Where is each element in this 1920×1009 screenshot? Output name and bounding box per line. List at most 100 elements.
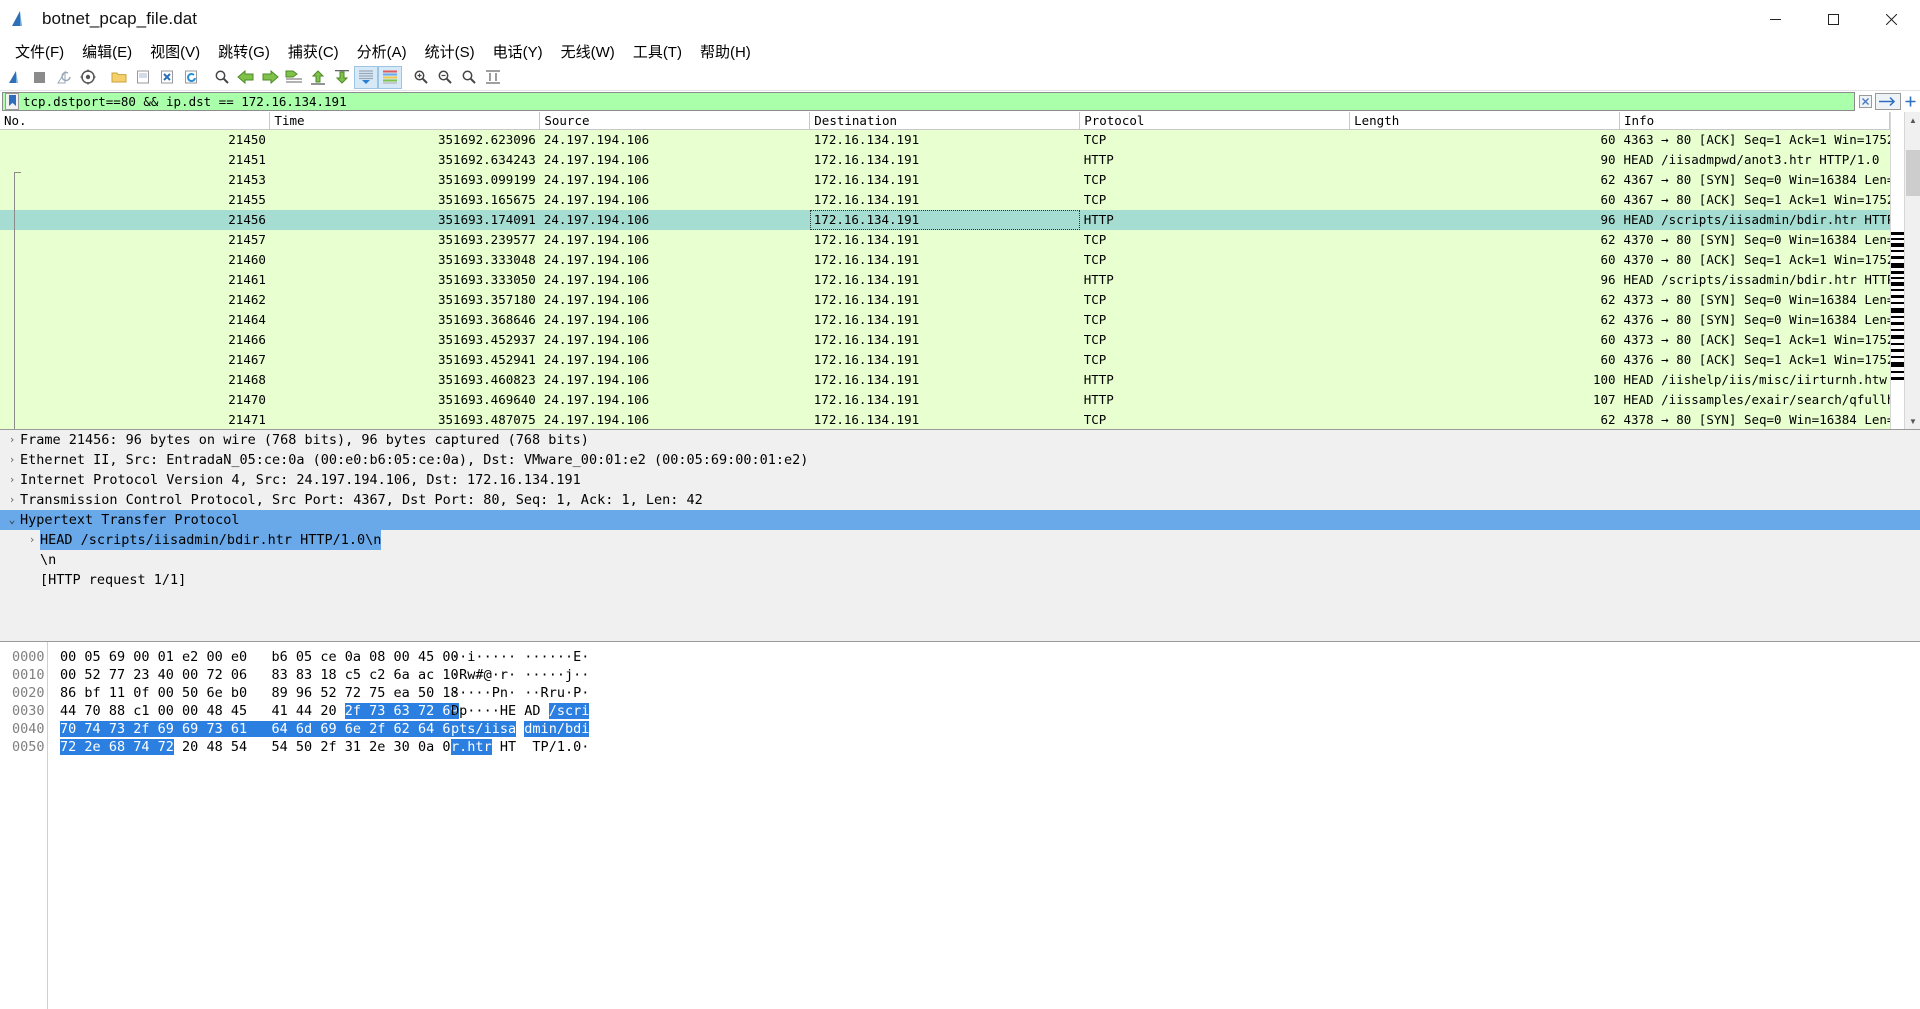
column-header-length[interactable]: Length (1349, 112, 1621, 130)
detail-tree-item[interactable]: ⌄ Hypertext Transfer Protocol (0, 510, 1920, 530)
column-header-source[interactable]: Source (539, 112, 811, 130)
detail-tree-item[interactable]: › Ethernet II, Src: EntradaN_05:ce:0a (00… (0, 450, 1920, 470)
menu-capture[interactable]: 捕获(C) (279, 39, 348, 64)
detail-tree-label: [HTTP request 1/1] (40, 572, 187, 588)
column-header-protocol[interactable]: Protocol (1079, 112, 1351, 130)
menu-tools[interactable]: 工具(T) (624, 39, 691, 64)
table-row[interactable]: 21468 351693.460823 24.197.194.106 172.16.1… (0, 369, 1890, 390)
hex-ascii-char: P (540, 739, 549, 755)
go-forward-icon[interactable] (258, 66, 282, 89)
minimap-stripe (1891, 256, 1904, 259)
zoom-reset-icon[interactable] (457, 66, 481, 89)
detail-tree-item[interactable]: › Frame 21456: 96 bytes on wire (768 bits… (0, 430, 1920, 450)
start-capture-icon[interactable] (4, 66, 28, 89)
zoom-out-icon[interactable] (433, 66, 457, 89)
go-to-packet-icon[interactable] (282, 66, 306, 89)
hex-gap (125, 667, 133, 683)
hex-dump-row[interactable]: 0010 00 52 77 23 40 00 72 06 83 83 18 c5 … (0, 666, 1920, 684)
find-packet-icon[interactable] (210, 66, 234, 89)
chevron-right-icon[interactable]: › (24, 530, 40, 550)
hex-dump-row[interactable]: 0040 70 74 73 2f 69 69 73 61 64 6d 69 6e … (0, 720, 1920, 738)
menu-wireless[interactable]: 无线(W) (552, 39, 624, 64)
packet-details-pane[interactable]: › Frame 21456: 96 bytes on wire (768 bits… (0, 430, 1920, 642)
column-header-time[interactable]: Time (269, 112, 541, 130)
cell-protocol: TCP (1083, 412, 1107, 427)
hex-byte: 50 (295, 739, 313, 755)
close-file-icon[interactable] (155, 66, 179, 89)
open-file-icon[interactable] (107, 66, 131, 89)
menu-telephony[interactable]: 电话(Y) (484, 39, 552, 64)
go-last-packet-icon[interactable] (330, 66, 354, 89)
packet-list-header: No. Time Source Destination Protocol Len… (0, 112, 1890, 130)
column-header-no[interactable]: No. (0, 112, 271, 130)
chevron-down-icon[interactable]: ⌄ (4, 510, 20, 530)
packet-list[interactable]: No. Time Source Destination Protocol Len… (0, 112, 1890, 429)
zoom-in-icon[interactable] (409, 66, 433, 89)
scroll-down-icon[interactable]: ▼ (1905, 413, 1920, 429)
colorize-icon[interactable] (378, 65, 402, 89)
table-row[interactable]: 21461 351693.333050 24.197.194.106 172.16.1… (0, 269, 1890, 290)
detail-tree-item[interactable]: › Internet Protocol Version 4, Src: 24.19… (0, 470, 1920, 490)
restart-capture-icon[interactable] (52, 66, 76, 89)
table-row[interactable]: 21466 351693.452937 24.197.194.106 172.16.1… (0, 329, 1890, 350)
menu-help[interactable]: 帮助(H) (691, 39, 760, 64)
minimize-button[interactable] (1746, 0, 1804, 38)
capture-options-icon[interactable] (76, 66, 100, 89)
go-first-packet-icon[interactable] (306, 66, 330, 89)
cell-source: 24.197.194.106 (543, 272, 650, 287)
hex-byte: 6e (344, 721, 361, 737)
cell-protocol: TCP (1083, 252, 1107, 267)
table-row[interactable]: 21450 351692.623096 24.197.194.106 172.16.1… (0, 129, 1890, 150)
autoscroll-icon[interactable] (354, 65, 378, 89)
save-file-icon[interactable] (131, 66, 155, 89)
close-button[interactable] (1862, 0, 1920, 38)
menu-view[interactable]: 视图(V) (141, 39, 209, 64)
chevron-right-icon[interactable]: › (4, 490, 20, 510)
add-filter-button-icon[interactable] (1903, 94, 1918, 109)
chevron-right-icon[interactable]: › (4, 450, 20, 470)
table-row[interactable]: 21460 351693.333048 24.197.194.106 172.16.1… (0, 249, 1890, 270)
packet-list-pane[interactable]: No. Time Source Destination Protocol Len… (0, 112, 1920, 430)
hex-dump-row[interactable]: 0030 44 70 88 c1 00 00 48 45 41 44 20 2f … (0, 702, 1920, 720)
scrollbar-thumb[interactable] (1906, 150, 1920, 196)
menu-edit[interactable]: 编辑(E) (73, 39, 141, 64)
detail-tree-item[interactable]: [HTTP request 1/1] (0, 570, 1920, 590)
column-header-info[interactable]: Info (1619, 112, 1890, 130)
menu-analyze[interactable]: 分析(A) (348, 39, 416, 64)
go-back-icon[interactable] (234, 66, 258, 89)
menu-go[interactable]: 跳转(G) (209, 39, 279, 64)
apply-filter-icon[interactable] (1875, 93, 1901, 110)
scroll-up-icon[interactable]: ▲ (1905, 112, 1920, 128)
table-row[interactable]: 21467 351693.452941 24.197.194.106 172.16.1… (0, 349, 1890, 370)
table-row[interactable]: 21470 351693.469640 24.197.194.106 172.16.1… (0, 389, 1890, 410)
hex-dump-row[interactable]: 0050 72 2e 68 74 72 20 48 54 54 50 2f 31 … (0, 738, 1920, 756)
hex-dump-row[interactable]: 00 00 00 05 69 00 01 e2 00 e0 b6 05 ce 0a … (0, 648, 1920, 666)
chevron-right-icon[interactable]: › (4, 430, 20, 450)
table-row[interactable]: 21462 351693.357180 24.197.194.106 172.16.1… (0, 289, 1890, 310)
packet-list-scrollbar[interactable]: ▲ ▼ (1904, 112, 1920, 429)
table-row[interactable]: 21471 351693.487075 24.197.194.106 172.16.1… (0, 409, 1890, 429)
detail-tree-item[interactable]: › Transmission Control Protocol, Src Port… (0, 490, 1920, 510)
resize-columns-icon[interactable] (481, 66, 505, 89)
hex-ascii-char: · (451, 685, 460, 701)
detail-tree-item[interactable]: › HEAD /scripts/iisadmin/bdir.htr HTTP/1.… (0, 530, 1920, 550)
table-row[interactable]: 21451 351692.634243 24.197.194.106 172.16.1… (0, 149, 1890, 170)
clear-filter-icon[interactable] (1858, 94, 1873, 109)
column-header-destination[interactable]: Destination (809, 112, 1081, 130)
table-row[interactable]: 21453 351693.099199 24.197.194.106 172.16.1… (0, 169, 1890, 190)
menu-statistics[interactable]: 统计(S) (416, 39, 484, 64)
table-row[interactable]: 21456 351693.174091 24.197.194.106 172.16.1… (0, 209, 1890, 230)
menu-file[interactable]: 文件(F) (6, 39, 73, 64)
chevron-right-icon[interactable]: › (4, 470, 20, 490)
packet-bytes-pane[interactable]: 0000 00 05 69 00 01 e2 00 e0 b6 05 ce 0a … (0, 642, 1920, 1009)
hex-dump-row[interactable]: 0020 86 bf 11 0f 00 50 6e b0 89 96 52 72 … (0, 684, 1920, 702)
display-filter-input[interactable]: tcp.dstport==80 && ip.dst == 172.16.134.… (2, 92, 1855, 111)
maximize-button[interactable] (1804, 0, 1862, 38)
detail-tree-item[interactable]: \n (0, 550, 1920, 570)
bookmark-icon[interactable] (5, 93, 19, 110)
table-row[interactable]: 21455 351693.165675 24.197.194.106 172.16.1… (0, 189, 1890, 210)
table-row[interactable]: 21457 351693.239577 24.197.194.106 172.16.1… (0, 229, 1890, 250)
reload-file-icon[interactable] (179, 66, 203, 89)
stop-capture-icon[interactable] (28, 66, 52, 89)
table-row[interactable]: 21464 351693.368646 24.197.194.106 172.16.1… (0, 309, 1890, 330)
